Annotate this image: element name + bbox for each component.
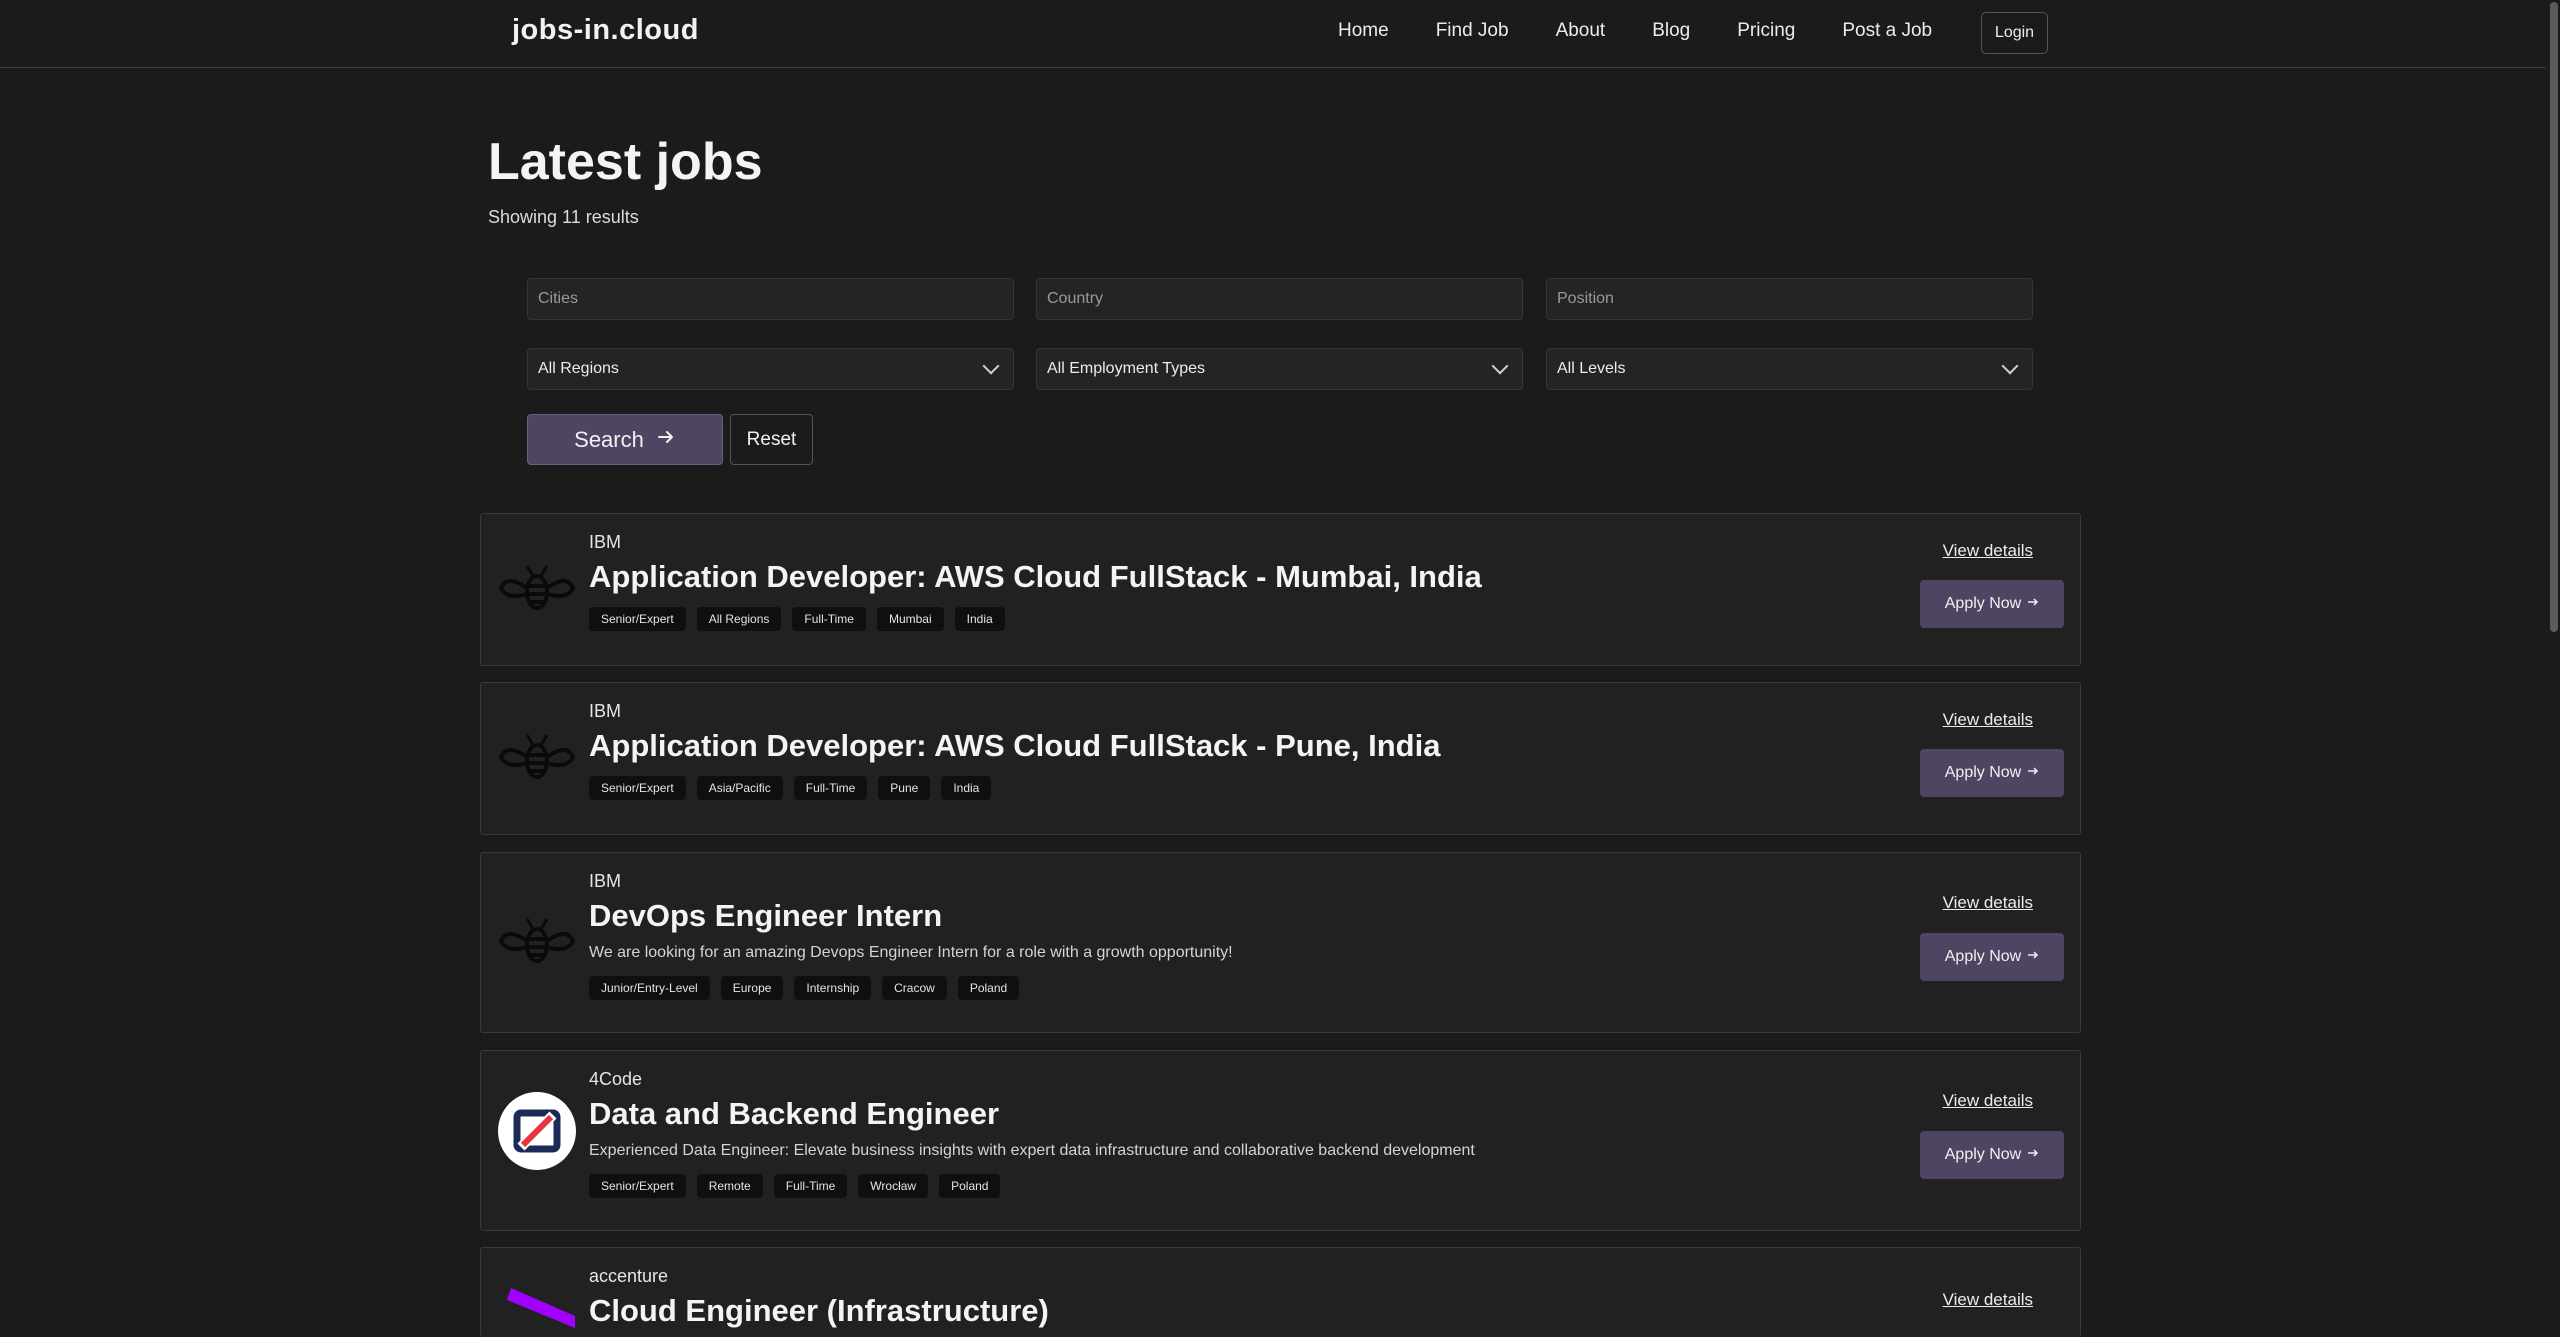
search-button-label: Search <box>574 426 644 452</box>
nav-blog[interactable]: Blog <box>1652 20 1690 42</box>
scrollbar-thumb[interactable] <box>2550 2 2558 632</box>
view-details-link[interactable]: View details <box>1943 1091 2033 1111</box>
job-tags: Senior/Expert Remote Full-Time Wrocław P… <box>589 1174 1001 1198</box>
job-title[interactable]: Application Developer: AWS Cloud FullSta… <box>589 559 1482 595</box>
job-card[interactable]: IBM Application Developer: AWS Cloud Ful… <box>480 682 2081 835</box>
job-card[interactable]: 4Code Data and Backend Engineer Experien… <box>480 1050 2081 1231</box>
search-button[interactable]: Search <box>527 414 723 465</box>
tag-country: India <box>941 776 992 800</box>
job-title[interactable]: Data and Backend Engineer <box>589 1096 999 1132</box>
job-title[interactable]: Cloud Engineer (Infrastructure) <box>589 1293 1049 1329</box>
ibm-bee-icon <box>497 550 577 630</box>
job-tags: Senior/Expert All Regions Full-Time Mumb… <box>589 607 1005 631</box>
tag-region: Europe <box>720 976 784 1000</box>
view-details-link[interactable]: View details <box>1943 541 2033 561</box>
apply-now-button[interactable]: Apply Now <box>1920 580 2064 628</box>
job-description: We are looking for an amazing Devops Eng… <box>589 944 1233 961</box>
page-scrollbar[interactable] <box>2546 0 2560 1323</box>
tag-region: Remote <box>696 1174 763 1198</box>
tag-city: Mumbai <box>876 607 944 631</box>
top-navbar: jobs-in.cloud Home Find Job About Blog P… <box>0 0 2560 68</box>
view-details-link[interactable]: View details <box>1943 1290 2033 1310</box>
level-select[interactable]: All Levels <box>1546 348 2033 390</box>
nav-home[interactable]: Home <box>1338 20 1389 42</box>
tag-city: Wrocław <box>858 1174 929 1198</box>
view-details-link[interactable]: View details <box>1943 710 2033 730</box>
tag-country: Poland <box>939 1174 1001 1198</box>
level-select-value: All Levels <box>1557 360 1626 377</box>
4code-logo-icon <box>497 1091 577 1171</box>
employment-type-select[interactable]: All Employment Types <box>1036 348 1523 390</box>
arrow-right-icon <box>2027 595 2039 613</box>
chevron-down-icon <box>2001 357 2019 375</box>
job-tags: Senior/Expert Asia/Pacific Full-Time Pun… <box>589 776 992 800</box>
job-card[interactable]: accenture Cloud Engineer (Infrastructure… <box>480 1247 2081 1337</box>
tag-level: Senior/Expert <box>589 776 686 800</box>
arrow-right-icon <box>2027 948 2039 966</box>
tag-employment-type: Full-Time <box>792 607 866 631</box>
tag-region: All Regions <box>696 607 782 631</box>
region-select[interactable]: All Regions <box>527 348 1014 390</box>
company-name: 4Code <box>589 1069 643 1089</box>
nav-about[interactable]: About <box>1556 20 1606 42</box>
apply-now-label: Apply Now <box>1944 764 2022 781</box>
job-title[interactable]: DevOps Engineer Intern <box>589 898 942 934</box>
job-tags: Junior/Entry-Level Europe Internship Cra… <box>589 976 1020 1000</box>
job-title[interactable]: Application Developer: AWS Cloud FullSta… <box>589 728 1440 764</box>
tag-employment-type: Full-Time <box>773 1174 848 1198</box>
arrow-right-icon <box>2027 1146 2039 1164</box>
position-input[interactable] <box>1546 278 2033 320</box>
chevron-down-icon <box>982 357 1000 375</box>
nav-find-job[interactable]: Find Job <box>1436 20 1509 42</box>
tag-city: Cracow <box>882 976 947 1000</box>
results-count: Showing 11 results <box>488 207 639 227</box>
site-logo[interactable]: jobs-in.cloud <box>512 14 699 47</box>
tag-level: Junior/Entry-Level <box>589 976 710 1000</box>
accenture-logo-icon <box>497 1288 577 1328</box>
nav-pricing[interactable]: Pricing <box>1737 20 1795 42</box>
employment-type-select-value: All Employment Types <box>1047 360 1205 377</box>
tag-country: India <box>954 607 1005 631</box>
job-card[interactable]: IBM Application Developer: AWS Cloud Ful… <box>480 513 2081 666</box>
view-details-link[interactable]: View details <box>1943 893 2033 913</box>
tag-employment-type: Internship <box>794 976 872 1000</box>
tag-region: Asia/Pacific <box>696 776 783 800</box>
company-name: IBM <box>589 701 622 721</box>
apply-now-button[interactable]: Apply Now <box>1920 933 2064 981</box>
ibm-bee-icon <box>497 903 577 983</box>
page-title: Latest jobs <box>488 133 763 191</box>
tag-city: Pune <box>878 776 931 800</box>
country-input[interactable] <box>1036 278 1523 320</box>
job-card[interactable]: IBM DevOps Engineer Intern We are lookin… <box>480 852 2081 1033</box>
company-name: IBM <box>589 532 622 552</box>
region-select-value: All Regions <box>538 360 619 377</box>
company-name: accenture <box>589 1266 669 1286</box>
company-name: IBM <box>589 871 622 891</box>
cities-input[interactable] <box>527 278 1014 320</box>
tag-level: Senior/Expert <box>589 1174 686 1198</box>
reset-button[interactable]: Reset <box>730 414 813 465</box>
apply-now-label: Apply Now <box>1944 948 2022 965</box>
apply-now-label: Apply Now <box>1944 1146 2022 1163</box>
apply-now-button[interactable]: Apply Now <box>1920 749 2064 797</box>
chevron-down-icon <box>1491 357 1509 375</box>
nav-post-a-job[interactable]: Post a Job <box>1842 20 1932 42</box>
ibm-bee-icon <box>497 719 577 799</box>
apply-now-label: Apply Now <box>1944 595 2022 612</box>
login-button[interactable]: Login <box>1981 12 2048 54</box>
apply-now-button[interactable]: Apply Now <box>1920 1131 2064 1179</box>
main-nav: Home Find Job About Blog Pricing Post a … <box>1338 20 1979 42</box>
arrow-right-icon <box>656 427 676 453</box>
arrow-right-icon <box>2027 764 2039 782</box>
tag-country: Poland <box>957 976 1020 1000</box>
tag-level: Senior/Expert <box>589 607 686 631</box>
job-description: Experienced Data Engineer: Elevate busin… <box>589 1142 1475 1159</box>
tag-employment-type: Full-Time <box>793 776 868 800</box>
